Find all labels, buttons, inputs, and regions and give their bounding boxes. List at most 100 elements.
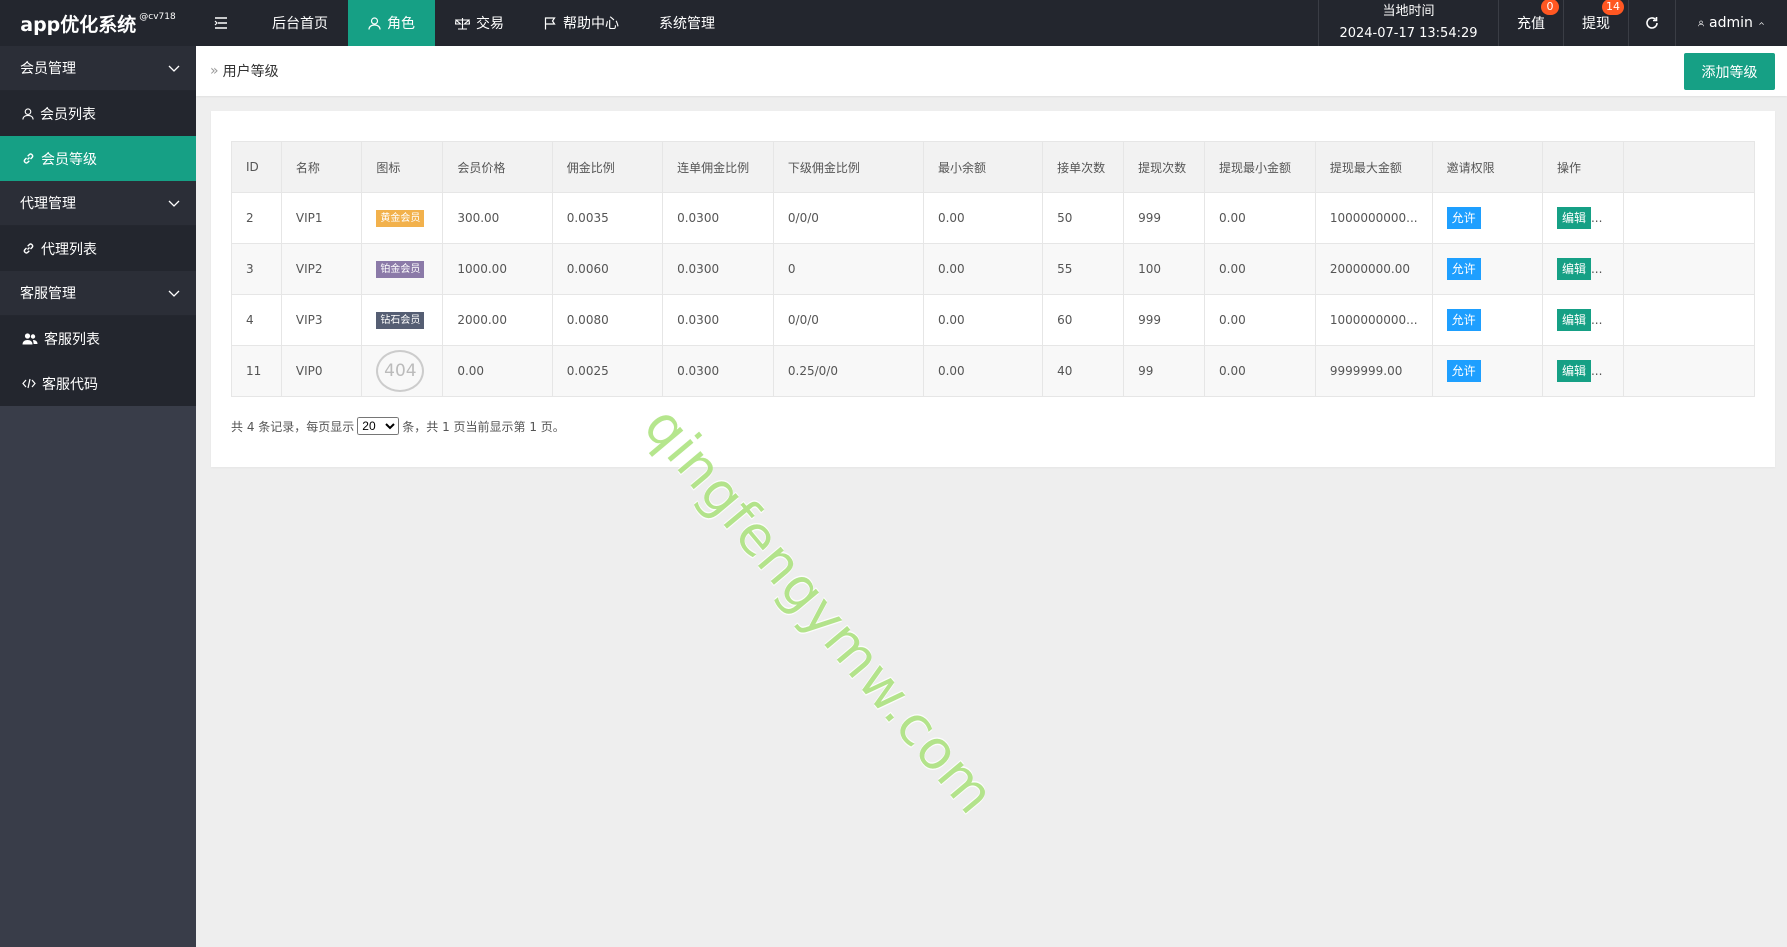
edit-button[interactable]: 编辑 — [1556, 258, 1591, 280]
cell-orders: 55 — [1042, 243, 1125, 295]
col-header-icon: 图标 — [361, 141, 444, 193]
user-menu[interactable]: admin — [1675, 0, 1787, 46]
app-title: app优化系统 — [20, 13, 137, 36]
cell-price: 2000.00 — [442, 294, 553, 346]
col-header-orders: 接单次数 — [1042, 141, 1125, 193]
cell-id: 3 — [231, 243, 282, 295]
sidebar-group-agents[interactable]: 代理管理 — [0, 181, 196, 226]
nav-trade[interactable]: 交易 — [435, 0, 524, 46]
nav-role[interactable]: 角色 — [348, 0, 435, 46]
cell-sub-commission: 0/0/0 — [772, 192, 924, 244]
code-icon — [22, 378, 36, 389]
sidebar-group-service[interactable]: 客服管理 — [0, 271, 196, 316]
cell-withdraw-max: 1000000000... — [1314, 192, 1433, 244]
cell-withdraw-times: 999 — [1123, 192, 1205, 244]
link-icon — [23, 153, 34, 164]
col-header-withdraw-max: 提现最大金额 — [1314, 141, 1433, 193]
page-size-select[interactable]: 20 — [357, 417, 400, 435]
sidebar-item-member-level[interactable]: 会员等级 — [0, 136, 196, 181]
invite-allow-button[interactable]: 允许 — [1446, 309, 1481, 331]
more-actions-icon[interactable]: ... — [1591, 211, 1602, 225]
col-header-commission: 佣金比例 — [551, 141, 664, 193]
cell-icon: 钻石会员 — [361, 294, 444, 346]
chevron-down-icon — [168, 65, 180, 72]
cell-actions: 编辑... — [1541, 345, 1624, 397]
nav-home-label: 后台首页 — [272, 16, 328, 32]
more-actions-icon[interactable]: ... — [1591, 313, 1602, 327]
chevron-down-icon — [168, 200, 180, 207]
cell-invite: 允许 — [1431, 345, 1543, 397]
sidebar-item-service-list[interactable]: 客服列表 — [0, 316, 196, 361]
edit-button[interactable]: 编辑 — [1556, 360, 1591, 382]
add-level-button[interactable]: 添加等级 — [1684, 53, 1775, 90]
edit-button[interactable]: 编辑 — [1556, 207, 1591, 229]
refresh-button[interactable] — [1628, 0, 1675, 46]
cell-actions: 编辑... — [1541, 243, 1624, 295]
cell-price: 0.00 — [442, 345, 553, 397]
app-logo[interactable]: app优化系统 @cv718 — [0, 0, 196, 46]
col-header-withdraw-times: 提现次数 — [1123, 141, 1205, 193]
edit-button[interactable]: 编辑 — [1556, 309, 1591, 331]
cell-min-balance: 0.00 — [922, 345, 1044, 397]
sidebar-group-label: 客服管理 — [20, 286, 76, 302]
table-row: 2 VIP1 黄金会员 300.00 0.0035 0.0300 0/0/0 0… — [231, 192, 1756, 244]
invite-allow-button[interactable]: 允许 — [1446, 360, 1481, 382]
sidebar-item-label: 客服代码 — [42, 376, 98, 393]
col-header-actions: 操作 — [1541, 141, 1624, 193]
cell-name: VIP3 — [280, 294, 363, 346]
user-icon — [368, 16, 381, 30]
table-row: 3 VIP2 铂金会员 1000.00 0.0060 0.0300 0 0.00… — [231, 243, 1756, 295]
chevron-down-icon — [168, 290, 180, 297]
cell-min-balance: 0.00 — [922, 192, 1044, 244]
cell-price: 1000.00 — [442, 243, 553, 295]
sidebar: 会员管理 会员列表 会员等级 代理管理 代理列表 客服管理 客服列表 客服代码 — [0, 46, 196, 947]
cell-orders: 50 — [1042, 192, 1125, 244]
withdraw-badge: 14 — [1602, 0, 1624, 15]
cell-name: VIP2 — [280, 243, 363, 295]
level-badge-icon: 铂金会员 — [376, 260, 425, 278]
nav-system-label: 系统管理 — [659, 16, 715, 32]
recharge-badge: 0 — [1541, 0, 1559, 15]
nav-help[interactable]: 帮助中心 — [524, 0, 639, 46]
user-icon — [22, 107, 34, 120]
cell-filler — [1622, 345, 1756, 397]
sidebar-group-members[interactable]: 会员管理 — [0, 46, 196, 91]
nav-home[interactable]: 后台首页 — [252, 0, 348, 46]
withdraw-label: 提现 — [1582, 16, 1610, 32]
nav-system[interactable]: 系统管理 — [639, 0, 735, 46]
table-header-row: ID 名称 图标 会员价格 佣金比例 连单佣金比例 下级佣金比例 最小余额 接单… — [231, 141, 1756, 193]
sidebar-item-label: 会员列表 — [40, 106, 96, 123]
cell-actions: 编辑... — [1541, 192, 1624, 244]
cell-withdraw-min: 0.00 — [1204, 294, 1316, 346]
cell-id: 2 — [231, 192, 282, 244]
invite-allow-button[interactable]: 允许 — [1446, 258, 1481, 280]
cell-invite: 允许 — [1431, 243, 1543, 295]
recharge-button[interactable]: 充值 0 — [1498, 0, 1563, 46]
pagination-suffix: 条，共 1 页当前显示第 1 页。 — [402, 419, 565, 434]
invite-allow-button[interactable]: 允许 — [1446, 207, 1481, 229]
users-icon — [22, 332, 38, 344]
top-nav: 后台首页 角色 交易 帮助中心 系统管理 — [196, 0, 735, 46]
cell-withdraw-max: 20000000.00 — [1314, 243, 1433, 295]
menu-toggle-button[interactable] — [196, 0, 252, 46]
sidebar-item-label: 代理列表 — [41, 241, 97, 258]
sidebar-item-label: 客服列表 — [44, 331, 100, 348]
cell-chain-commission: 0.0300 — [662, 243, 774, 295]
cell-chain-commission: 0.0300 — [662, 345, 774, 397]
sidebar-item-member-list[interactable]: 会员列表 — [0, 91, 196, 136]
sidebar-item-agent-list[interactable]: 代理列表 — [0, 226, 196, 271]
level-badge-icon: 钻石会员 — [376, 311, 425, 329]
withdraw-button[interactable]: 提现 14 — [1563, 0, 1628, 46]
more-actions-icon[interactable]: ... — [1591, 364, 1602, 378]
cell-withdraw-min: 0.00 — [1204, 192, 1316, 244]
cell-withdraw-min: 0.00 — [1204, 243, 1316, 295]
header-tools: 当地时间 2024-07-17 13:54:29 充值 0 提现 14 admi… — [1318, 0, 1787, 46]
sidebar-item-service-code[interactable]: 客服代码 — [0, 361, 196, 406]
cell-name: VIP0 — [280, 345, 363, 397]
more-actions-icon[interactable]: ... — [1591, 262, 1602, 276]
cell-filler — [1622, 294, 1756, 346]
cell-min-balance: 0.00 — [922, 243, 1044, 295]
cell-commission: 0.0035 — [551, 192, 664, 244]
missing-image-icon: 404 — [376, 350, 425, 392]
col-header-filler — [1622, 141, 1756, 193]
